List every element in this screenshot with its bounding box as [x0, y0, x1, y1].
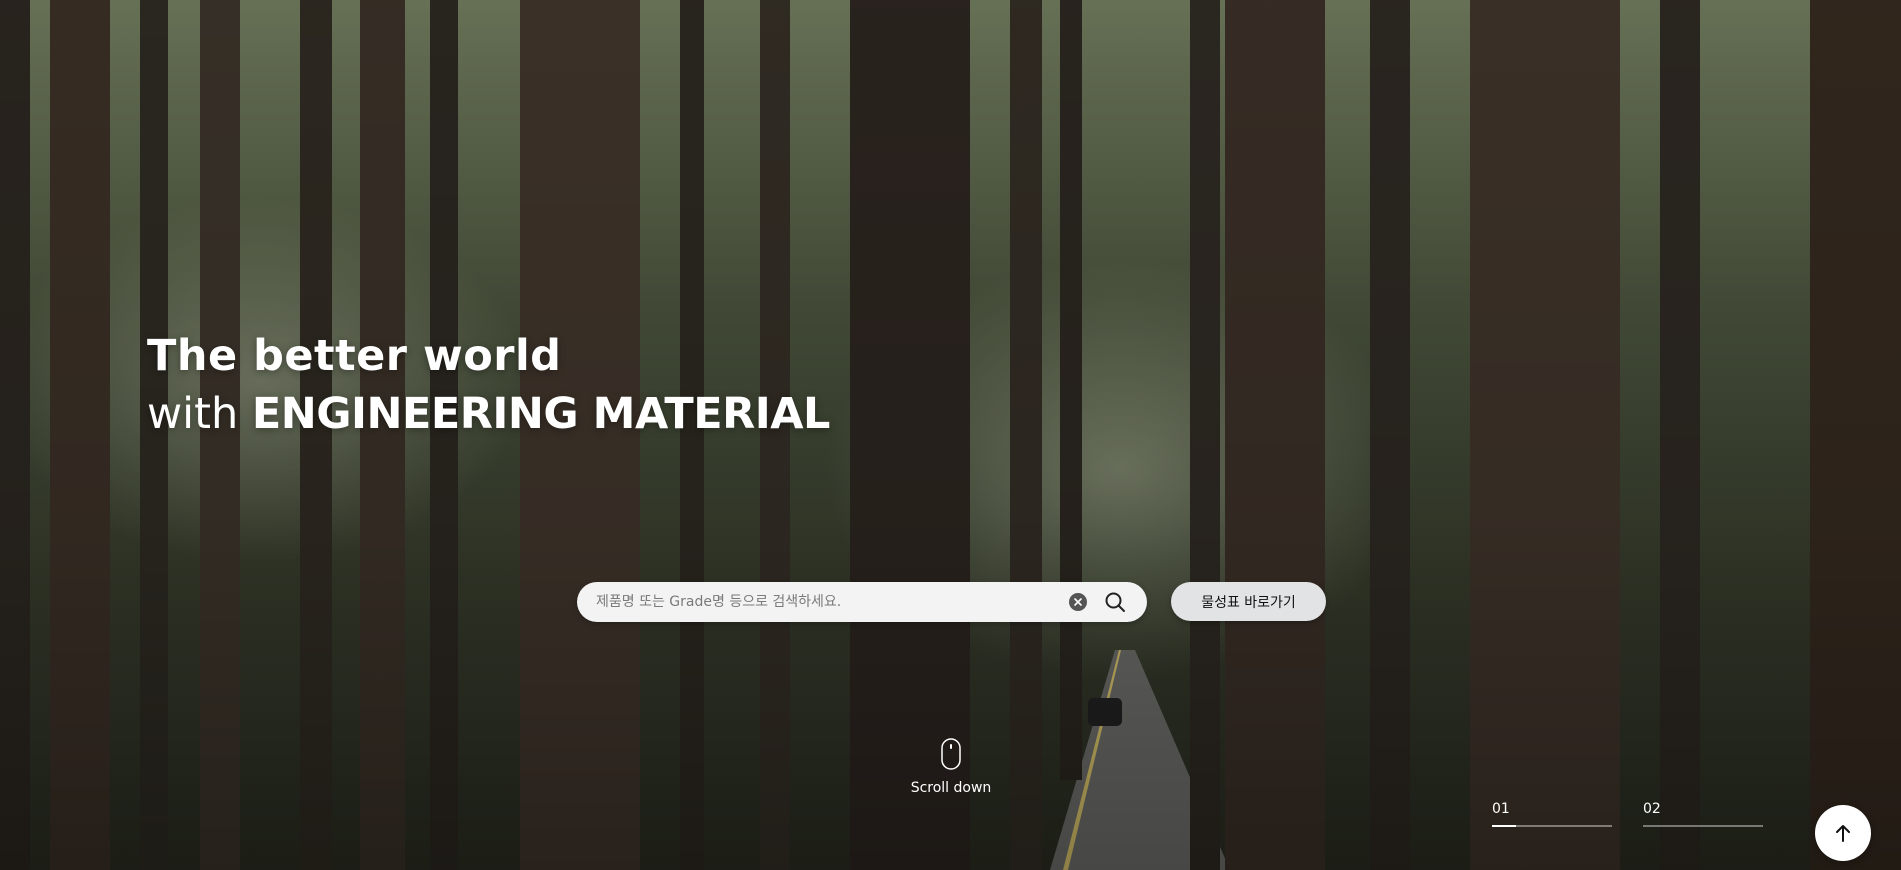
hero-section: The better world with ENGINEERING MATERI… [0, 0, 1901, 870]
headline-strong: ENGINEERING MATERIAL [251, 389, 830, 439]
pager-label: 02 [1643, 801, 1661, 817]
scroll-down-indicator[interactable]: Scroll down [905, 738, 997, 796]
headline-prefix: with [147, 389, 252, 439]
pager-item-02[interactable]: 02 [1643, 801, 1763, 827]
arrow-up-icon [1836, 825, 1850, 842]
search-icon[interactable] [1101, 588, 1129, 616]
properties-table-button[interactable]: 물성표 바로가기 [1171, 582, 1326, 621]
slide-pager: 01 02 [1492, 801, 1764, 831]
back-to-top-button[interactable] [1815, 805, 1871, 861]
pager-progress-track [1643, 825, 1763, 827]
scroll-down-label: Scroll down [910, 780, 992, 796]
pager-progress-fill [1492, 825, 1516, 827]
search-input[interactable] [577, 581, 1069, 623]
clear-search-icon[interactable] [1069, 593, 1087, 611]
pager-progress-track [1492, 825, 1612, 827]
headline-line-1: The better world [147, 331, 562, 381]
mouse-icon [941, 738, 961, 770]
pager-label: 01 [1492, 801, 1510, 817]
headline-line-2: with ENGINEERING MATERIAL [147, 382, 830, 446]
pager-item-01[interactable]: 01 [1492, 801, 1612, 827]
search-bar [577, 581, 1147, 623]
hero-headline: The better world with ENGINEERING MATERI… [147, 330, 830, 446]
